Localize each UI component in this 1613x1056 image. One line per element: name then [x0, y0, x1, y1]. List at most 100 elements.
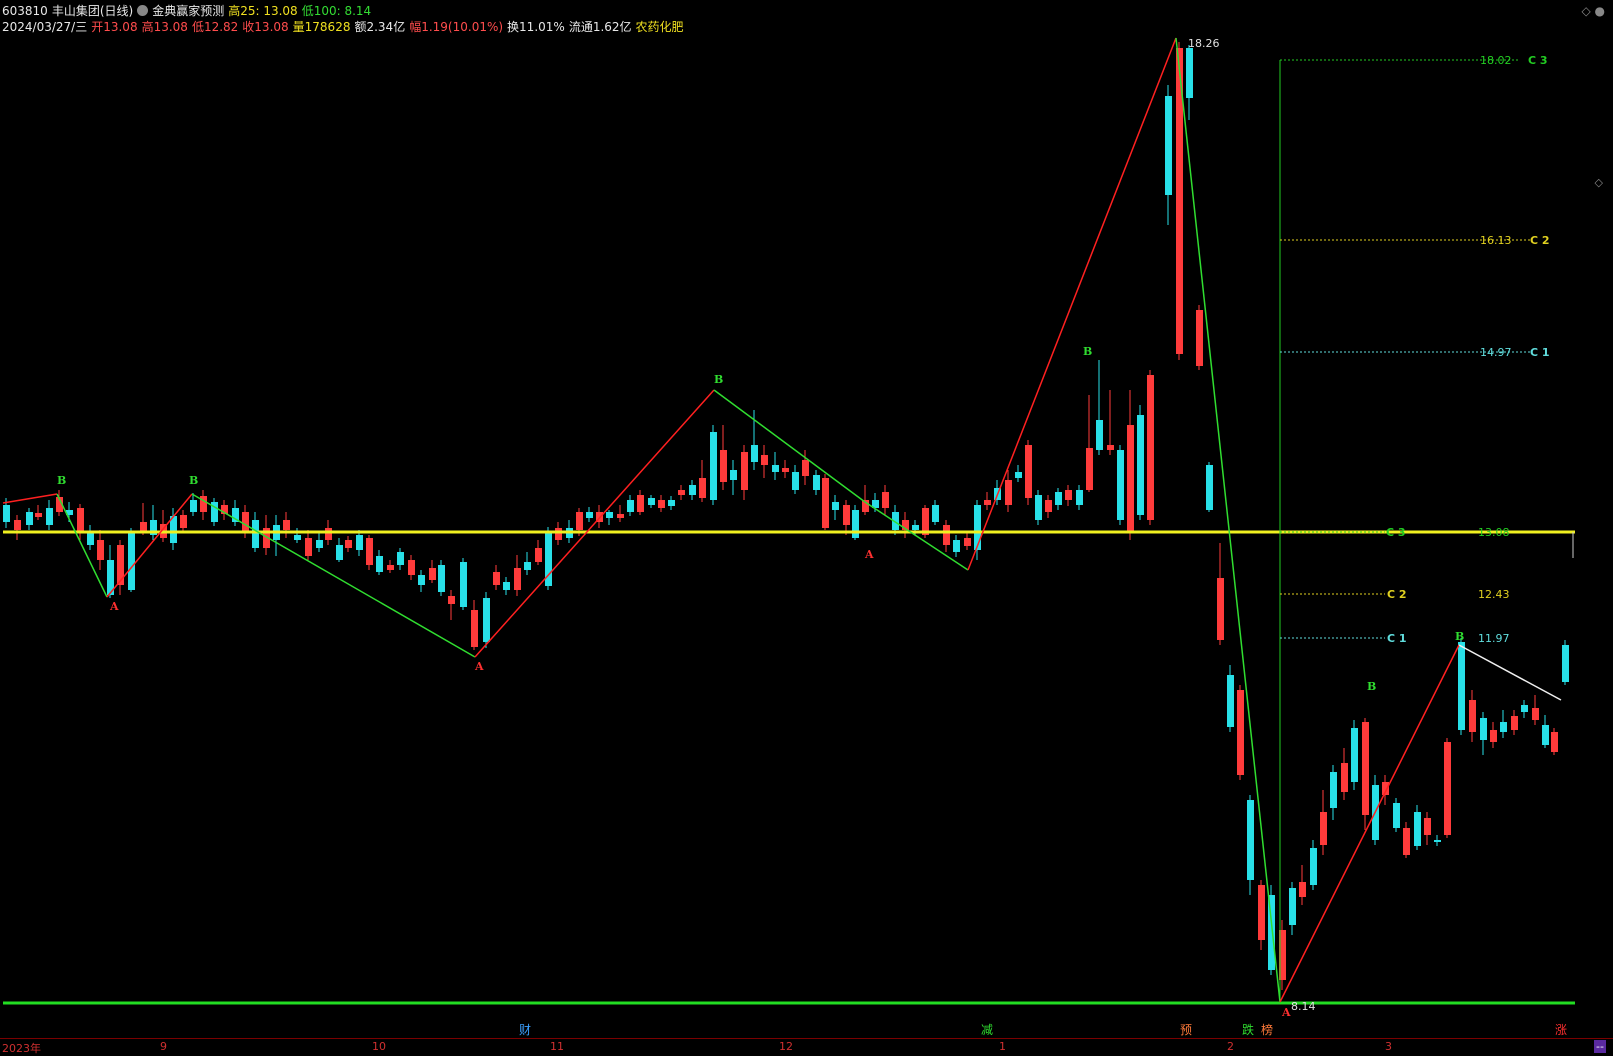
candle-body[interactable]	[668, 500, 675, 506]
candle-body[interactable]	[438, 565, 445, 592]
candle-body[interactable]	[471, 610, 478, 647]
candle-body[interactable]	[1206, 465, 1213, 510]
candle-body[interactable]	[46, 508, 53, 525]
candle-body[interactable]	[14, 520, 21, 530]
candle-body[interactable]	[180, 515, 187, 528]
candle-body[interactable]	[514, 568, 521, 590]
candle-body[interactable]	[376, 556, 383, 572]
candle-body[interactable]	[586, 512, 593, 518]
candle-body[interactable]	[984, 500, 991, 505]
candle-body[interactable]	[1096, 420, 1103, 450]
candle-body[interactable]	[555, 528, 562, 540]
candle-body[interactable]	[26, 512, 33, 525]
candle-body[interactable]	[97, 540, 104, 560]
event-marker[interactable]: 财	[519, 1023, 531, 1036]
candle-body[interactable]	[1165, 96, 1172, 195]
event-marker[interactable]: 榜	[1261, 1022, 1273, 1036]
candle-body[interactable]	[1015, 472, 1022, 478]
candle-body[interactable]	[3, 505, 10, 522]
candle-body[interactable]	[418, 575, 425, 585]
candle-body[interactable]	[943, 525, 950, 545]
candle-body[interactable]	[1551, 732, 1558, 752]
candle-body[interactable]	[397, 552, 404, 565]
candle-body[interactable]	[882, 492, 889, 508]
candle-body[interactable]	[1186, 48, 1193, 98]
corner-button[interactable]: --	[1594, 1040, 1606, 1053]
candle-body[interactable]	[1362, 722, 1369, 815]
candle-body[interactable]	[1117, 450, 1124, 520]
candle-body[interactable]	[576, 512, 583, 530]
event-marker[interactable]: 预	[1180, 1023, 1192, 1036]
candle-body[interactable]	[1237, 690, 1244, 775]
candle-body[interactable]	[408, 560, 415, 575]
candle-body[interactable]	[1403, 828, 1410, 855]
candle-body[interactable]	[1005, 480, 1012, 505]
kline-chart[interactable]: 18.26 8.14 18.02 C 3 16.13 C 2 14.97 C 1…	[0, 36, 1613, 1036]
candle-body[interactable]	[316, 540, 323, 548]
candle-body[interactable]	[35, 513, 42, 517]
candle-body[interactable]	[832, 502, 839, 510]
sector-value[interactable]: 农药化肥	[636, 20, 684, 34]
candle-body[interactable]	[1127, 425, 1134, 532]
candle-body[interactable]	[637, 495, 644, 512]
candle-body[interactable]	[305, 538, 312, 556]
candle-body[interactable]	[627, 500, 634, 512]
candle-body[interactable]	[689, 485, 696, 495]
candle-body[interactable]	[1480, 718, 1487, 740]
candle-body[interactable]	[678, 490, 685, 495]
candle-body[interactable]	[772, 465, 779, 472]
candle-body[interactable]	[782, 468, 789, 472]
candle-body[interactable]	[448, 596, 455, 604]
candle-body[interactable]	[974, 505, 981, 550]
candle-body[interactable]	[1247, 800, 1254, 880]
candle-body[interactable]	[1217, 578, 1224, 640]
candle-body[interactable]	[741, 452, 748, 490]
candle-body[interactable]	[1310, 848, 1317, 885]
indicator-name[interactable]: 金典赢家预测	[152, 4, 224, 18]
candle-body[interactable]	[87, 533, 94, 545]
candle-body[interactable]	[336, 545, 343, 560]
candle-body[interactable]	[325, 528, 332, 540]
candle-body[interactable]	[77, 508, 84, 532]
candle-body[interactable]	[802, 460, 809, 476]
close-circle-icon[interactable]: ●	[1595, 4, 1605, 18]
candle-body[interactable]	[1299, 882, 1306, 897]
candle-body[interactable]	[843, 505, 850, 525]
candle-body[interactable]	[345, 540, 352, 548]
candle-body[interactable]	[1542, 725, 1549, 745]
candle-body[interactable]	[1196, 310, 1203, 366]
candle-body[interactable]	[1424, 818, 1431, 835]
candle-body[interactable]	[1137, 415, 1144, 515]
candle-body[interactable]	[1500, 722, 1507, 732]
candle-body[interactable]	[535, 548, 542, 562]
candle-body[interactable]	[1076, 490, 1083, 505]
candle-body[interactable]	[1045, 500, 1052, 512]
candle-body[interactable]	[1393, 803, 1400, 828]
candle-body[interactable]	[366, 538, 373, 565]
candle-body[interactable]	[483, 598, 490, 642]
candle-body[interactable]	[606, 512, 613, 518]
candle-body[interactable]	[503, 582, 510, 590]
candle-body[interactable]	[1055, 492, 1062, 505]
candle-body[interactable]	[792, 472, 799, 490]
candle-body[interactable]	[356, 535, 363, 550]
candle-body[interactable]	[128, 532, 135, 590]
candle-body[interactable]	[1289, 888, 1296, 925]
candle-body[interactable]	[699, 478, 706, 498]
event-marker[interactable]: 跌	[1242, 1022, 1254, 1036]
candle-body[interactable]	[1147, 375, 1154, 520]
candle-body[interactable]	[964, 538, 971, 546]
candle-body[interactable]	[852, 510, 859, 538]
candle-body[interactable]	[1444, 742, 1451, 835]
candle-body[interactable]	[1351, 728, 1358, 782]
candle-body[interactable]	[429, 568, 436, 580]
stock-name[interactable]: 丰山集团(日线)	[52, 4, 133, 18]
candle-body[interactable]	[1330, 772, 1337, 808]
candle-body[interactable]	[1490, 730, 1497, 742]
event-marker[interactable]: 减	[981, 1023, 993, 1036]
candle-body[interactable]	[493, 572, 500, 585]
candle-body[interactable]	[953, 540, 960, 552]
candle-body[interactable]	[294, 535, 301, 540]
candle-body[interactable]	[822, 478, 829, 528]
candle-body[interactable]	[1521, 705, 1528, 712]
